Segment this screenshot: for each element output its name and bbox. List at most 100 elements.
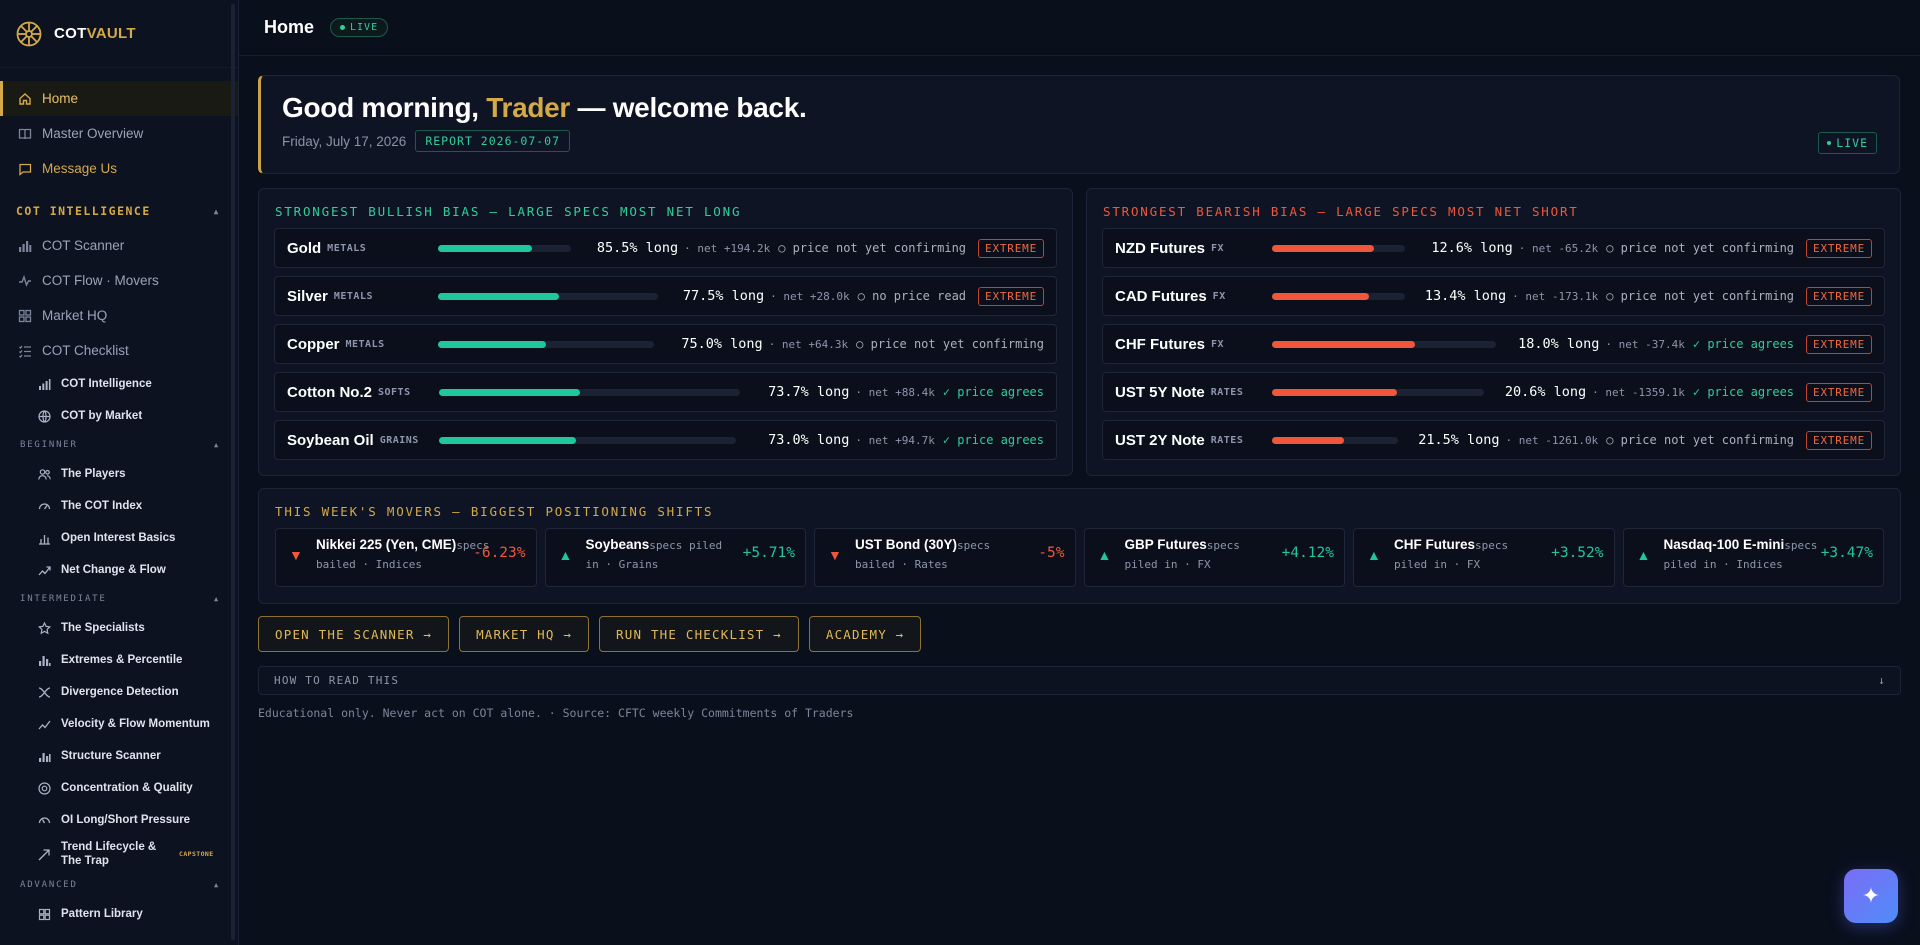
sidebar-item-extremes-percentile[interactable]: Extremes & Percentile: [0, 644, 238, 676]
sidebar-item-the-specialists[interactable]: The Specialists: [0, 612, 238, 644]
sidebar-item-cot-checklist[interactable]: COT Checklist: [0, 333, 238, 368]
bias-row[interactable]: CAD Futures FX 13.4% long · net -173.1k ○ pr…: [1102, 276, 1885, 316]
sidebar-item-home[interactable]: Home: [0, 81, 238, 116]
sidebar-item-master-overview[interactable]: Master Overview: [0, 116, 238, 151]
mover-card[interactable]: ▼ UST Bond (30Y)specs bailed · Rates -5%: [814, 528, 1076, 587]
mover-name: GBP Futures: [1124, 537, 1207, 552]
star-icon: [38, 621, 51, 635]
section-cot-intelligence[interactable]: COT INTELLIGENCE ▲: [0, 194, 238, 228]
market-category: FX: [1211, 338, 1225, 350]
vault-logo-icon: [16, 21, 42, 46]
how-to-read-label: HOW TO READ THIS: [274, 674, 400, 687]
sidebar-item-the-cot-index[interactable]: The COT Index: [0, 490, 238, 522]
mover-card[interactable]: ▲ GBP Futuresspecs piled in · FX +4.12%: [1083, 528, 1345, 587]
bias-stats: 77.5% long · net +28.0k ○ no price read EXT…: [683, 277, 1044, 315]
run-checklist-button[interactable]: RUN THE CHECKLIST →: [599, 616, 799, 652]
sidebar-item-velocity[interactable]: Velocity & Flow Momentum: [0, 708, 238, 740]
bias-stats: 12.6% long · net -65.2k ○ price not yet co…: [1431, 229, 1872, 267]
tier-label: INTERMEDIATE: [20, 594, 107, 604]
long-pct-bar-fill: [438, 341, 546, 348]
academy-button[interactable]: ACADEMY →: [808, 616, 922, 652]
bias-row[interactable]: Cotton No.2 SOFTS 73.7% long · net +88.4k ✓ …: [274, 372, 1057, 412]
market-category: METALS: [333, 290, 373, 302]
sidebar-item-divergence[interactable]: Divergence Detection: [0, 676, 238, 708]
mover-card[interactable]: ▲ Nasdaq-100 E-minispecs piled in · Indice…: [1622, 528, 1884, 587]
mover-card[interactable]: ▲ CHF Futuresspecs piled in · FX +3.52%: [1353, 528, 1615, 587]
long-pct-bar: [1272, 437, 1398, 444]
sidebar-item-concentration[interactable]: Concentration & Quality: [0, 772, 238, 804]
sidebar-item-oi-pressure[interactable]: OI Long/Short Pressure: [0, 804, 238, 836]
net-position: · net +64.3k: [768, 337, 849, 351]
mover-name: Soybeans: [585, 537, 650, 552]
market-category: FX: [1211, 242, 1225, 254]
open-scanner-button[interactable]: OPEN THE SCANNER →: [258, 616, 450, 652]
how-to-read-toggle[interactable]: HOW TO READ THIS ↓: [258, 666, 1901, 695]
mover-desc: specs: [1206, 539, 1240, 552]
market-category: METALS: [327, 242, 367, 254]
cross-icon: [38, 686, 51, 699]
mover-change: +3.47%: [1820, 545, 1873, 561]
column-icon: [38, 654, 51, 667]
market-name: Copper: [287, 335, 340, 353]
tier-advanced[interactable]: ADVANCED ▲: [0, 872, 238, 898]
sidebar-item-label: Concentration & Quality: [61, 782, 193, 794]
arrow-icon: [38, 848, 51, 861]
long-pct-bar: [1272, 389, 1484, 396]
sidebar-item-pattern-library[interactable]: Pattern Library: [0, 898, 238, 930]
live-dot-icon: [1827, 141, 1832, 145]
bias-row[interactable]: UST 2Y Note RATES 21.5% long · net -1261.0k…: [1102, 420, 1885, 460]
long-pct-bar: [438, 245, 571, 252]
bias-row[interactable]: NZD Futures FX 12.6% long · net -65.2k ○ pri…: [1102, 228, 1885, 268]
sidebar-item-label: OI Long/Short Pressure: [61, 814, 191, 826]
bearish-bias-panel: STRONGEST BEARISH BIAS — LARGE SPECS MOS…: [1086, 188, 1901, 476]
market-name: Soybean Oil: [287, 431, 374, 449]
page-title: Home: [264, 17, 315, 37]
long-pct: 18.0% long: [1518, 336, 1600, 352]
live-badge: LIVE: [330, 18, 389, 37]
net-position: · net -1261.0k: [1505, 433, 1599, 447]
bias-row[interactable]: Soybean Oil GRAINS 73.0% long · net +94.7k ✓…: [274, 420, 1057, 460]
long-pct: 21.5% long: [1418, 432, 1500, 448]
sidebar-item-net-change[interactable]: Net Change & Flow: [0, 554, 238, 586]
mover-card[interactable]: ▲ Soybeansspecs piled in · Grains +5.71%: [544, 528, 806, 587]
tier-beginner[interactable]: BEGINNER ▲: [0, 432, 238, 458]
triangle-down-icon: ▼: [828, 547, 842, 563]
sidebar-item-label: Market HQ: [42, 308, 108, 323]
sidebar-item-structure-scanner[interactable]: Structure Scanner: [0, 740, 238, 772]
assistant-button[interactable]: ✦: [1844, 869, 1898, 923]
long-pct-bar-fill: [1272, 437, 1344, 444]
bias-row[interactable]: Gold METALS 85.5% long · net +194.2k ○ price…: [274, 228, 1057, 268]
sidebar-item-cot-intelligence[interactable]: COT Intelligence: [0, 368, 238, 400]
sidebar-item-cot-scanner[interactable]: COT Scanner: [0, 228, 238, 263]
sidebar-item-the-players[interactable]: The Players: [0, 458, 238, 490]
sidebar-item-open-interest-basics[interactable]: Open Interest Basics: [0, 522, 238, 554]
sidebar-item-cot-by-market[interactable]: COT by Market: [0, 400, 238, 432]
sidebar-item-trend-lifecycle[interactable]: Trend Lifecycle & The Trap CAPSTONE: [0, 836, 238, 872]
sidebar-item-label: Trend Lifecycle & The Trap: [61, 840, 157, 867]
market-category: SOFTS: [377, 386, 411, 398]
mover-card[interactable]: ▼ Nikkei 225 (Yen, CME)specs bailed · Indi…: [275, 528, 537, 587]
market-hq-button[interactable]: MARKET HQ →: [459, 616, 590, 652]
sidebar-item-message-us[interactable]: Message Us: [0, 151, 238, 186]
long-pct-bar: [439, 437, 736, 444]
section-label: COT INTELLIGENCE: [16, 204, 151, 218]
mover-line: Nasdaq-100 E-minispecs: [1664, 536, 1839, 555]
sidebar-item-cot-flow[interactable]: COT Flow · Movers: [0, 263, 238, 298]
long-pct-bar-fill: [439, 389, 581, 396]
sidebar-item-label: COT by Market: [61, 410, 143, 422]
sidebar-item-market-hq[interactable]: Market HQ: [0, 298, 238, 333]
price-confirmation: ○ price not yet confirming: [1606, 289, 1795, 303]
market-name: CHF Futures: [1115, 335, 1205, 353]
bias-row[interactable]: Copper METALS 75.0% long · net +64.3k ○ pric…: [274, 324, 1057, 364]
pulse-icon: [18, 274, 32, 288]
brand[interactable]: COTVAULT: [0, 0, 238, 68]
bias-row[interactable]: CHF Futures FX 18.0% long · net -37.4k ✓ pri…: [1102, 324, 1885, 364]
sidebar-scrollbar[interactable]: [231, 4, 235, 940]
gauge-icon: [38, 500, 51, 513]
tier-intermediate[interactable]: INTERMEDIATE ▲: [0, 586, 238, 612]
bias-row[interactable]: Silver METALS 77.5% long · net +28.0k ○ no p…: [274, 276, 1057, 316]
sidebar-item-label: COT Intelligence: [61, 378, 152, 390]
capstone-badge: CAPSTONE: [179, 849, 214, 858]
long-pct-bar-fill: [438, 245, 533, 252]
bias-row[interactable]: UST 5Y Note RATES 20.6% long · net -1359.1k…: [1102, 372, 1885, 412]
